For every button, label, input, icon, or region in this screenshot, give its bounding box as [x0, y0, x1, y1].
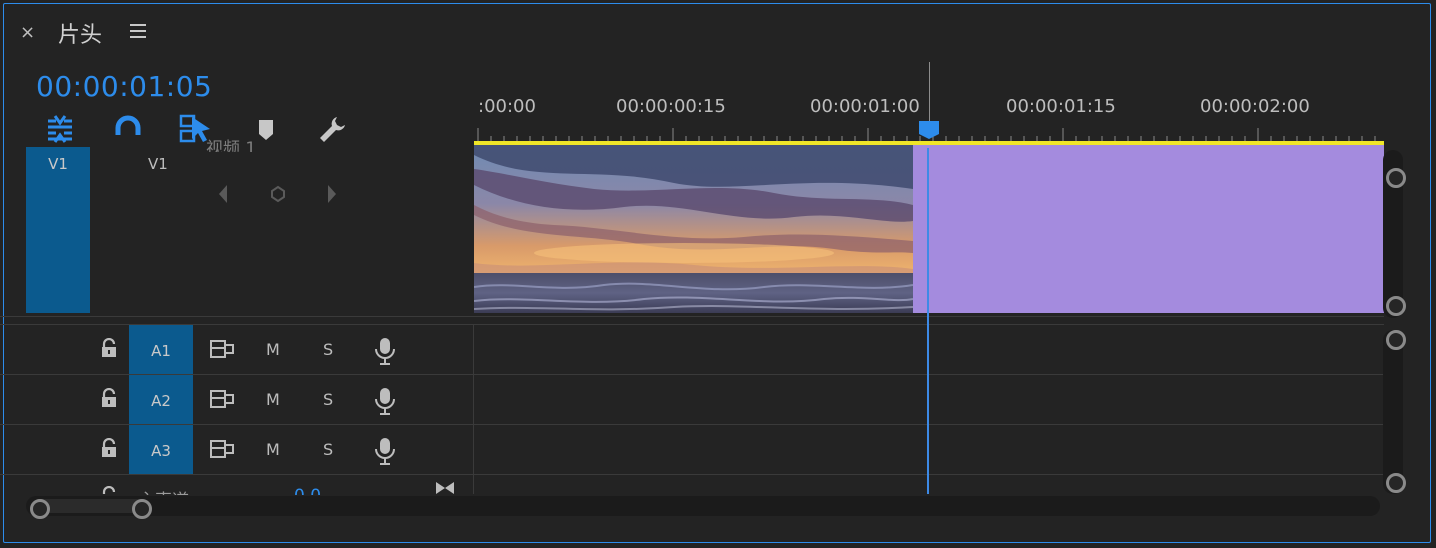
- hamburger-menu-icon[interactable]: [130, 24, 146, 38]
- mute-track-button[interactable]: M: [266, 340, 280, 359]
- master-volume-value[interactable]: 0.0: [294, 486, 321, 495]
- close-panel-button[interactable]: ×: [20, 22, 35, 43]
- color-matte-clip[interactable]: [913, 145, 1384, 313]
- header-divider: [473, 324, 474, 494]
- a3-target-label: A3: [151, 442, 171, 460]
- add-keyframe-icon[interactable]: [269, 183, 287, 205]
- voice-over-record-icon[interactable]: [372, 436, 398, 466]
- a2-target-label: A2: [151, 392, 171, 410]
- track-lock-icon[interactable]: [100, 388, 118, 408]
- mute-track-button[interactable]: M: [266, 440, 280, 459]
- ruler-label: 00:00:00:15: [616, 96, 726, 117]
- v1-source-target[interactable]: V1: [26, 147, 90, 313]
- previous-keyframe-icon[interactable]: [216, 183, 230, 205]
- a1-target-label: A1: [151, 342, 171, 360]
- sync-lock-icon[interactable]: [209, 439, 235, 459]
- v1-track-name: 视频 1: [206, 139, 257, 152]
- sequence-tab-title[interactable]: 片头: [58, 17, 102, 49]
- scroll-zoom-handle[interactable]: [1386, 168, 1406, 188]
- playhead-timecode[interactable]: 00:00:01:05: [36, 70, 212, 103]
- mute-track-button[interactable]: M: [266, 390, 280, 409]
- insert-overwrite-sequence-icon[interactable]: [44, 113, 76, 145]
- track-lock-icon[interactable]: [100, 486, 118, 494]
- scroll-zoom-handle[interactable]: [1386, 296, 1406, 316]
- ruler-label: 00:00:01:15: [1006, 96, 1116, 117]
- sync-lock-icon[interactable]: [209, 339, 235, 359]
- audio-track-header: A3 M S: [0, 425, 472, 474]
- timeline-settings-wrench-icon[interactable]: [316, 113, 348, 145]
- next-keyframe-icon[interactable]: [325, 183, 339, 205]
- zoom-handle-right[interactable]: [132, 499, 152, 519]
- scroll-zoom-handle[interactable]: [1386, 330, 1406, 350]
- zoom-scroll-thumb[interactable]: [36, 499, 144, 513]
- track-lock-icon[interactable]: [100, 438, 118, 458]
- ruler-label: :00:00: [478, 96, 536, 117]
- track-divider: [0, 316, 1384, 317]
- a2-source-target[interactable]: A2: [129, 375, 193, 424]
- playhead-guide: [929, 62, 930, 122]
- ruler-label: 00:00:01:00: [810, 96, 920, 117]
- solo-track-button[interactable]: S: [323, 390, 333, 409]
- master-track-name: 主声道: [138, 486, 189, 495]
- zoom-handle-left[interactable]: [30, 499, 50, 519]
- track-lock-icon[interactable]: [100, 338, 118, 358]
- a3-source-target[interactable]: A3: [129, 425, 193, 474]
- scroll-zoom-handle[interactable]: [1386, 473, 1406, 493]
- snap-magnet-icon[interactable]: [112, 113, 144, 145]
- go-to-end-icon[interactable]: [434, 482, 456, 494]
- audio-tracks-scrollbar[interactable]: [1383, 330, 1403, 494]
- a1-source-target[interactable]: A1: [129, 325, 193, 374]
- ruler-label: 00:00:02:00: [1200, 96, 1310, 117]
- track-divider: [0, 474, 1384, 475]
- add-marker-icon[interactable]: [252, 113, 284, 145]
- video-clip-sunset[interactable]: [474, 145, 913, 313]
- solo-track-button[interactable]: S: [323, 340, 333, 359]
- playhead-line[interactable]: [927, 148, 929, 494]
- v1-track-label[interactable]: V1: [148, 155, 168, 173]
- solo-track-button[interactable]: S: [323, 440, 333, 459]
- voice-over-record-icon[interactable]: [372, 336, 398, 366]
- sync-lock-icon[interactable]: [209, 389, 235, 409]
- voice-over-record-icon[interactable]: [372, 386, 398, 416]
- timeline-zoom-scrollbar[interactable]: [26, 496, 1380, 516]
- audio-track-header: A2 M S: [0, 375, 472, 424]
- playhead-handle[interactable]: [918, 121, 940, 139]
- v1-target-label: V1: [48, 155, 68, 173]
- audio-track-header: A1 M S: [0, 325, 472, 374]
